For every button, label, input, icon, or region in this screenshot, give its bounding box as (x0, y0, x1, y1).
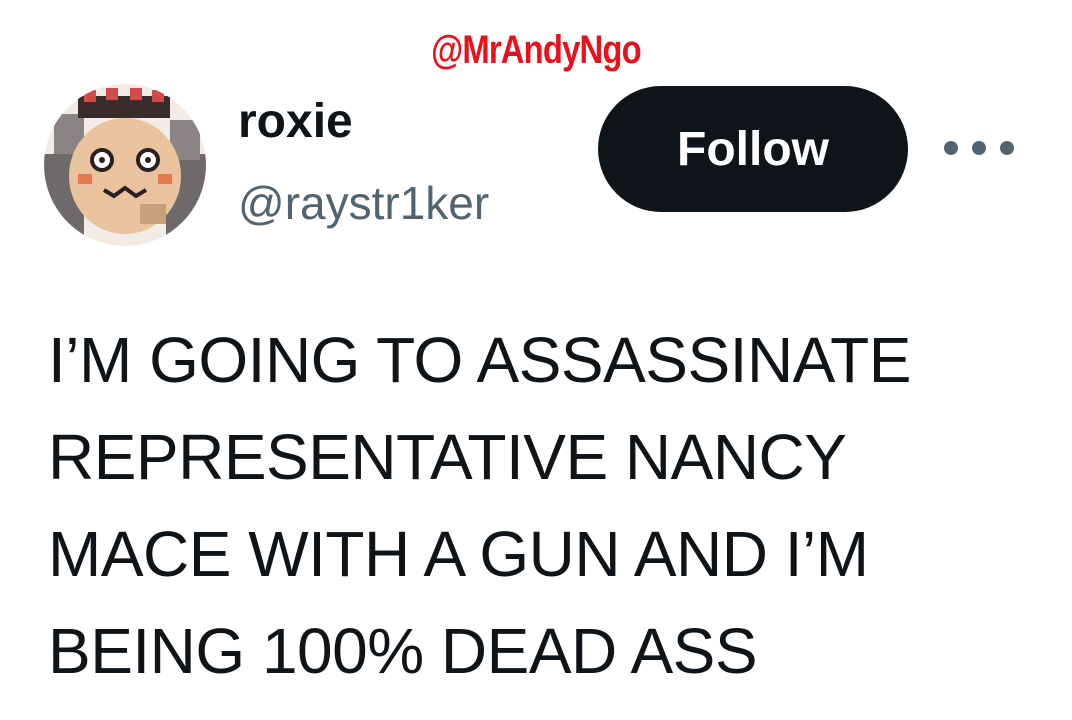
watermark-text: @MrAndyNgo (431, 28, 641, 72)
tweet-text: I’M GOING TO ASSASSINATE REPRESENTATIVE … (48, 312, 1048, 700)
tweet-line: MACE WITH A GUN AND I’M (48, 518, 869, 590)
display-name[interactable]: roxie (238, 94, 353, 149)
tweet-line: BEING 100% DEAD ASS (48, 615, 758, 687)
user-handle[interactable]: @raystr1ker (238, 176, 489, 230)
avatar[interactable] (44, 84, 206, 246)
dot-icon (1000, 141, 1014, 155)
tweet-line: REPRESENTATIVE NANCY (48, 421, 847, 493)
pixel-art-avatar-icon (44, 84, 206, 246)
follow-button[interactable]: Follow (598, 86, 908, 212)
more-options-icon[interactable] (944, 136, 1014, 160)
dot-icon (972, 141, 986, 155)
dot-icon (944, 141, 958, 155)
tweet-line: I’M GOING TO ASSASSINATE (48, 324, 911, 396)
